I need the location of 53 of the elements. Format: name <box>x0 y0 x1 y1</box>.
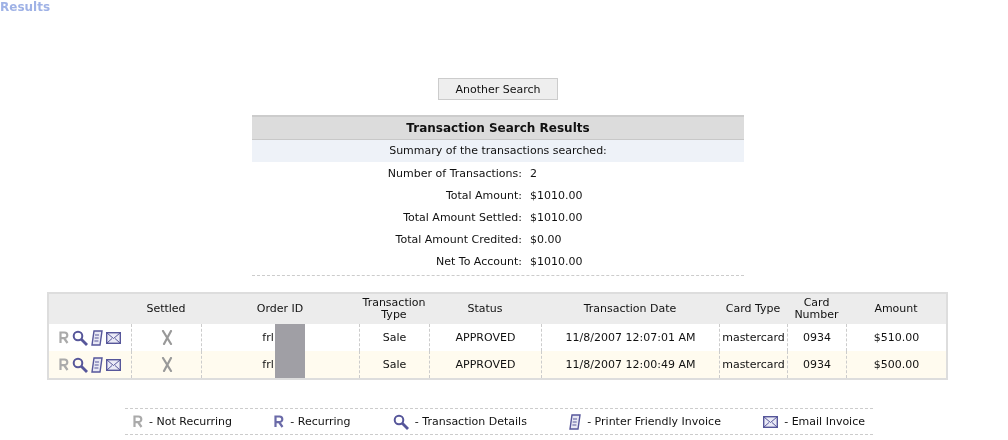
summary-label: Total Amount: <box>444 188 522 202</box>
column-header: Transaction Date <box>541 294 719 324</box>
summary-label: Number of Transactions: <box>386 166 522 180</box>
search-icon <box>72 329 88 346</box>
summary-label: Total Amount Credited: <box>394 232 522 246</box>
legend-label: - Not Recurring <box>149 415 233 428</box>
recurring-icon <box>274 415 285 428</box>
column-header: Amount <box>846 294 946 324</box>
summary-title: Transaction Search Results <box>252 115 744 140</box>
summary-value: $1010.00 <box>530 188 584 202</box>
summary-value: 2 <box>530 166 538 180</box>
summary-value: $0.00 <box>530 232 563 246</box>
invoice-link[interactable] <box>91 329 103 346</box>
column-header: Order ID <box>201 294 359 324</box>
another-search-button[interactable]: Another Search <box>438 78 558 100</box>
summary-value: $1010.00 <box>530 210 584 224</box>
table-cell: mastercard <box>719 324 787 351</box>
legend-label: - Email Invoice <box>784 415 865 428</box>
envelope-icon <box>763 415 779 428</box>
legend-label: - Printer Friendly Invoice <box>587 415 721 428</box>
legend-label: - Transaction Details <box>414 415 527 428</box>
table-cell: $500.00 <box>846 351 946 378</box>
envelope-icon <box>106 358 121 371</box>
column-header: Settled <box>131 294 201 324</box>
column-header: Card Type <box>719 294 787 324</box>
column-header: Card Number <box>787 294 846 324</box>
email-link[interactable] <box>106 358 121 371</box>
summary-subtitle: Summary of the transactions searched: <box>252 140 744 162</box>
column-header: Status <box>429 294 541 324</box>
column-header: Transaction Type <box>359 294 429 324</box>
not-recurring-icon <box>133 415 143 428</box>
legend-label: - Recurring <box>290 415 351 428</box>
summary-value: $1010.00 <box>530 254 584 268</box>
details-link[interactable] <box>72 356 88 373</box>
summary-label: Net To Account: <box>435 254 522 268</box>
document-icon <box>91 356 103 373</box>
invoice-link[interactable] <box>91 356 103 373</box>
email-link[interactable] <box>106 331 121 344</box>
order-id-text: frl <box>262 358 274 371</box>
details-link[interactable] <box>72 329 88 346</box>
table-cell: mastercard <box>719 351 787 378</box>
table-cell: 11/8/2007 12:00:49 AM <box>541 351 719 378</box>
page-heading: Results <box>0 0 51 14</box>
table-cell: Sale <box>359 351 429 378</box>
order-id-text: frl <box>262 331 274 344</box>
search-icon <box>392 413 409 430</box>
document-icon <box>569 413 582 430</box>
document-icon <box>91 329 103 346</box>
envelope-icon <box>106 331 121 344</box>
table-cell: APPROVED <box>429 351 541 378</box>
summary-label: Total Amount Settled: <box>402 210 522 224</box>
search-icon <box>72 356 88 373</box>
table-cell: 0934 <box>787 351 846 378</box>
